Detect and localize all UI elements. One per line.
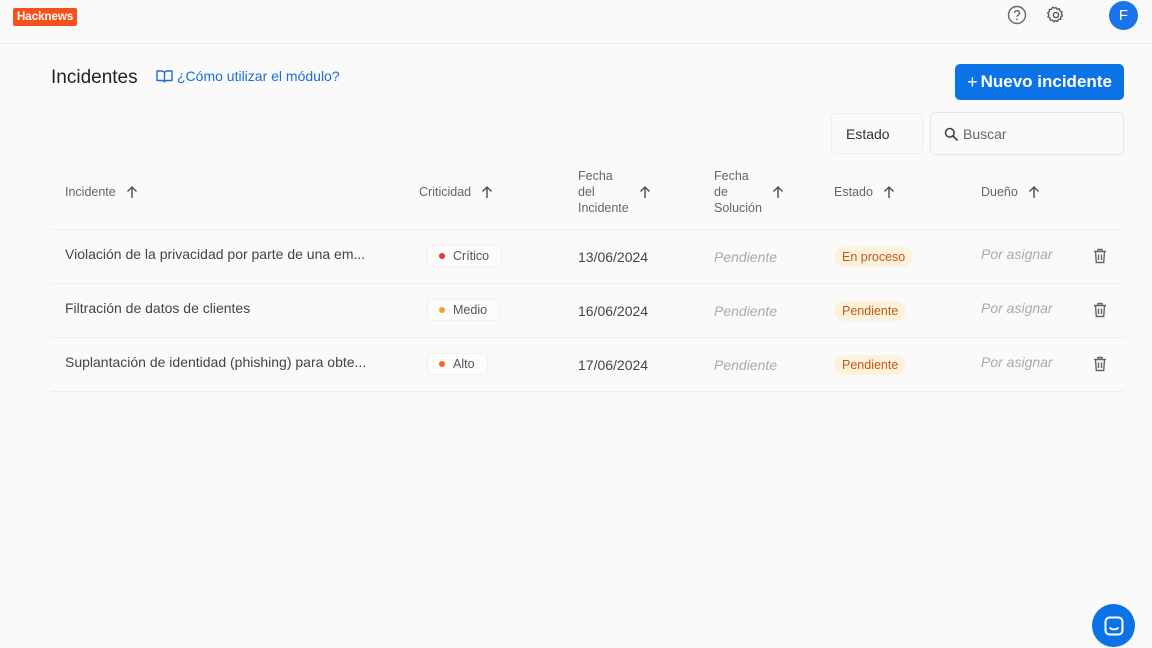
header-criticality[interactable]: Criticidad bbox=[419, 184, 493, 200]
header-date-solution-line1: Fecha bbox=[714, 169, 749, 183]
criticality-dot bbox=[439, 253, 445, 259]
status-badge: Pendiente bbox=[834, 301, 907, 321]
trash-icon[interactable] bbox=[1093, 248, 1107, 264]
header-owner-label: Dueño bbox=[981, 185, 1018, 199]
solution-date: Pendiente bbox=[714, 249, 778, 265]
new-incident-label: Nuevo incidente bbox=[980, 72, 1112, 91]
top-bar: Hacknews F bbox=[0, 0, 1152, 44]
how-to-link-label: ¿Cómo utilizar el módulo? bbox=[177, 68, 340, 84]
header-incident-label: Incidente bbox=[65, 185, 116, 199]
header-date-solution-line2: de bbox=[714, 185, 728, 199]
owner[interactable]: Por asignar bbox=[981, 300, 1053, 316]
sort-arrow-up-icon bbox=[482, 185, 493, 198]
header-incident[interactable]: Incidente bbox=[65, 184, 138, 200]
sort-arrow-up-icon bbox=[772, 185, 783, 198]
trash-icon[interactable] bbox=[1093, 356, 1107, 372]
criticality-label: Crítico bbox=[453, 249, 490, 263]
owner[interactable]: Por asignar bbox=[981, 246, 1053, 262]
header-date-incident-line3: Incidente bbox=[578, 201, 629, 215]
header-owner[interactable]: Dueño bbox=[981, 184, 1040, 200]
incident-name[interactable]: Violación de la privacidad por parte de … bbox=[65, 246, 365, 262]
incident-name[interactable]: Filtración de datos de clientes bbox=[65, 300, 250, 316]
criticality-dot bbox=[439, 361, 445, 367]
solution-date: Pendiente bbox=[714, 357, 778, 373]
header-status-label: Estado bbox=[834, 185, 873, 199]
search-icon bbox=[944, 127, 958, 141]
header-date-incident-line1: Fecha bbox=[578, 169, 613, 183]
help-icon[interactable] bbox=[1007, 5, 1027, 25]
new-incident-button[interactable]: + Nuevo incidente bbox=[955, 64, 1124, 100]
table-row[interactable]: Violación de la privacidad por parte de … bbox=[51, 230, 1124, 284]
owner[interactable]: Por asignar bbox=[981, 354, 1053, 370]
header-date-incident-label: Fecha del Incidente bbox=[578, 168, 629, 216]
app-logo[interactable]: Hacknews bbox=[13, 8, 78, 26]
incident-date: 16/06/2024 bbox=[578, 303, 649, 319]
criticality-label: Alto bbox=[453, 357, 475, 371]
book-icon bbox=[156, 70, 173, 83]
estado-filter[interactable]: Estado bbox=[831, 113, 923, 154]
page-title: Incidentes bbox=[51, 67, 138, 88]
sort-arrow-up-icon bbox=[639, 185, 650, 198]
header-date-solution-label: Fecha de Solución bbox=[714, 168, 762, 216]
header-date-solution[interactable]: Fecha de Solución bbox=[714, 168, 784, 216]
how-to-link[interactable]: ¿Cómo utilizar el módulo? bbox=[156, 68, 340, 84]
status-badge: Pendiente bbox=[834, 355, 907, 375]
criticality-badge: Alto bbox=[427, 353, 488, 375]
criticality-label: Medio bbox=[453, 303, 488, 317]
solution-date: Pendiente bbox=[714, 303, 778, 319]
sort-arrow-up-icon bbox=[126, 185, 137, 198]
incident-date: 13/06/2024 bbox=[578, 249, 649, 265]
search-box[interactable] bbox=[930, 112, 1124, 155]
incident-date: 17/06/2024 bbox=[578, 357, 649, 373]
sort-arrow-up-icon bbox=[883, 185, 894, 198]
criticality-badge: Medio bbox=[427, 299, 501, 321]
plus-icon: + bbox=[967, 71, 978, 92]
criticality-dot bbox=[439, 307, 445, 313]
avatar[interactable]: F bbox=[1109, 1, 1138, 30]
criticality-badge: Crítico bbox=[427, 245, 503, 267]
table-row[interactable]: Filtración de datos de clientes Medio 16… bbox=[51, 284, 1124, 338]
table-row[interactable]: Suplantación de identidad (phishing) par… bbox=[51, 338, 1124, 392]
header-status[interactable]: Estado bbox=[834, 184, 895, 200]
header-date-incident-line2: del bbox=[578, 185, 595, 199]
header-date-incident[interactable]: Fecha del Incidente bbox=[578, 168, 651, 216]
search-input[interactable] bbox=[963, 125, 1113, 142]
sort-arrow-up-icon bbox=[1028, 185, 1039, 198]
header-criticality-label: Criticidad bbox=[419, 185, 472, 199]
gear-icon[interactable] bbox=[1046, 5, 1066, 25]
incident-name[interactable]: Suplantación de identidad (phishing) par… bbox=[65, 354, 366, 370]
status-badge: En proceso bbox=[834, 247, 914, 267]
chat-icon bbox=[1104, 616, 1123, 635]
chat-launcher-button[interactable] bbox=[1092, 604, 1135, 647]
header-date-solution-line3: Solución bbox=[714, 201, 762, 215]
trash-icon[interactable] bbox=[1093, 302, 1107, 318]
